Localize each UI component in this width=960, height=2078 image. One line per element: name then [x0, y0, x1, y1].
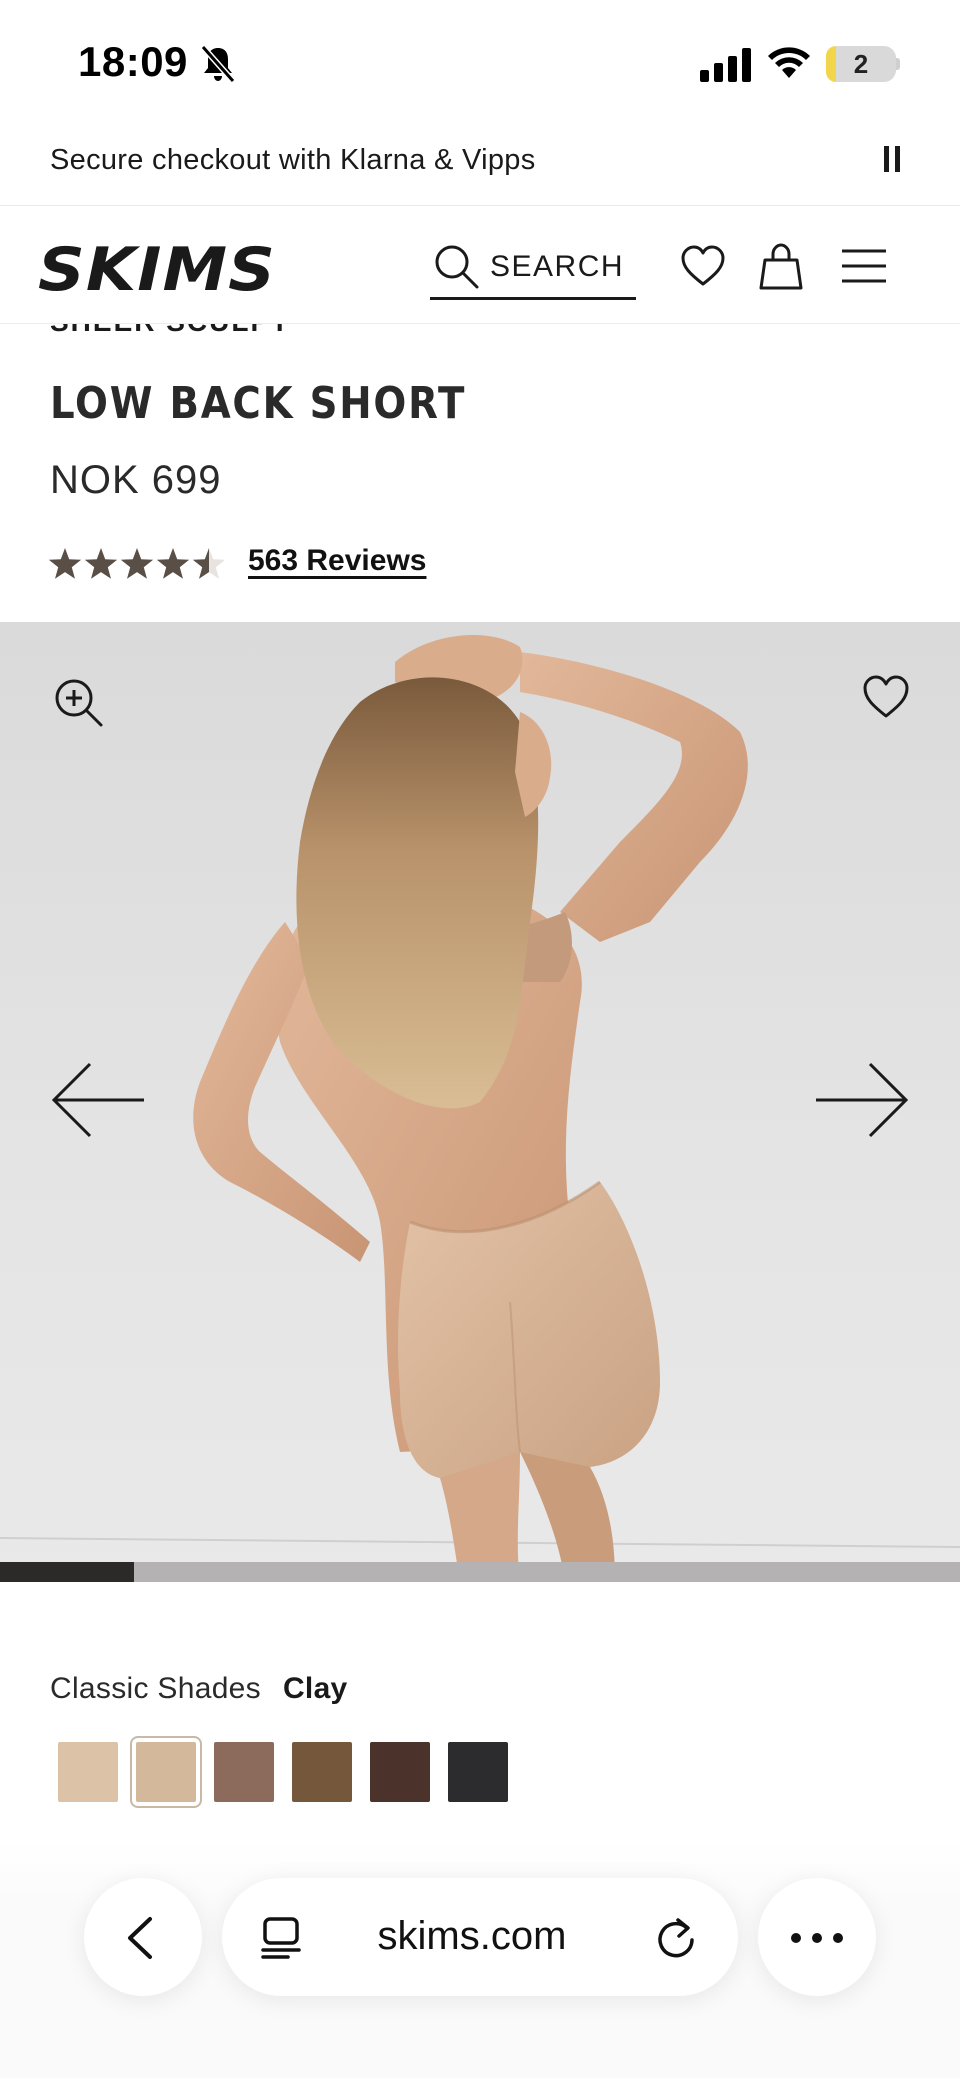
- skims-logo[interactable]: SKIMS: [38, 238, 280, 298]
- add-to-wishlist-heart-icon[interactable]: [862, 674, 910, 720]
- pause-icon[interactable]: [882, 146, 902, 172]
- promo-text: Secure checkout with Klarna & Vipps: [50, 144, 536, 176]
- svg-text:SKIMS: SKIMS: [38, 238, 276, 298]
- search-button[interactable]: SEARCH: [430, 236, 636, 300]
- tabs-overview-icon[interactable]: [260, 1916, 302, 1960]
- status-bar: 18:09 2: [0, 0, 960, 120]
- next-image-arrow-icon[interactable]: [814, 1060, 910, 1140]
- battery-icon: 2: [826, 46, 896, 82]
- address-bar[interactable]: skims.com: [222, 1878, 738, 1996]
- promo-banner: Secure checkout with Klarna & Vipps: [0, 122, 960, 206]
- more-dot: [791, 1933, 801, 1943]
- rating-star-icon: [84, 548, 118, 579]
- reload-icon[interactable]: [654, 1916, 698, 1960]
- more-dot: [833, 1933, 843, 1943]
- rating-star-icon: [192, 548, 226, 579]
- color-swatch[interactable]: [130, 1736, 202, 1808]
- color-swatch[interactable]: [370, 1742, 430, 1802]
- cellular-signal-icon: [700, 48, 751, 82]
- wifi-icon: [768, 47, 810, 78]
- selected-color-name: Clay: [282, 1672, 348, 1705]
- color-swatch[interactable]: [58, 1742, 118, 1802]
- status-time: 18:09: [78, 38, 188, 85]
- rating-star-icon: [48, 548, 82, 579]
- rating-row[interactable]: 563 Reviews: [48, 544, 468, 584]
- chevron-left-icon: [128, 1917, 152, 1959]
- color-label-row: Classic Shades Clay: [50, 1672, 348, 1706]
- rating-star-icon: [156, 548, 190, 579]
- site-header: SKIMS SEARCH: [0, 206, 960, 324]
- product-price: NOK 699: [50, 458, 222, 502]
- more-dot: [812, 1933, 822, 1943]
- previous-image-arrow-icon[interactable]: [50, 1060, 146, 1140]
- browser-back-button[interactable]: [84, 1878, 202, 1996]
- product-image-gallery[interactable]: [0, 622, 960, 1582]
- search-label: SEARCH: [490, 250, 625, 283]
- color-swatch[interactable]: [292, 1742, 352, 1802]
- wishlist-heart-icon[interactable]: [680, 244, 726, 288]
- product-title: LOW BACK SHORT: [50, 378, 467, 429]
- color-group-label: Classic Shades: [50, 1672, 261, 1705]
- hamburger-menu-icon[interactable]: [840, 248, 888, 284]
- url-text: skims.com: [377, 1914, 567, 1958]
- shopping-bag-icon[interactable]: [758, 242, 804, 290]
- browser-more-button[interactable]: [758, 1878, 876, 1996]
- reviews-link[interactable]: 563 Reviews: [248, 544, 426, 578]
- gallery-progress-bar: [0, 1562, 960, 1582]
- bell-muted-icon: [200, 45, 236, 83]
- color-swatch[interactable]: [214, 1742, 274, 1802]
- search-icon: [435, 245, 479, 289]
- battery-tip: [896, 58, 900, 70]
- rating-star-icon: [120, 548, 154, 579]
- color-swatch[interactable]: [448, 1742, 508, 1802]
- star-rating: [48, 548, 226, 579]
- gallery-progress-fill: [0, 1562, 135, 1582]
- zoom-in-icon[interactable]: [52, 676, 104, 728]
- color-swatches: [58, 1736, 658, 1808]
- battery-level-text: 2: [853, 49, 869, 79]
